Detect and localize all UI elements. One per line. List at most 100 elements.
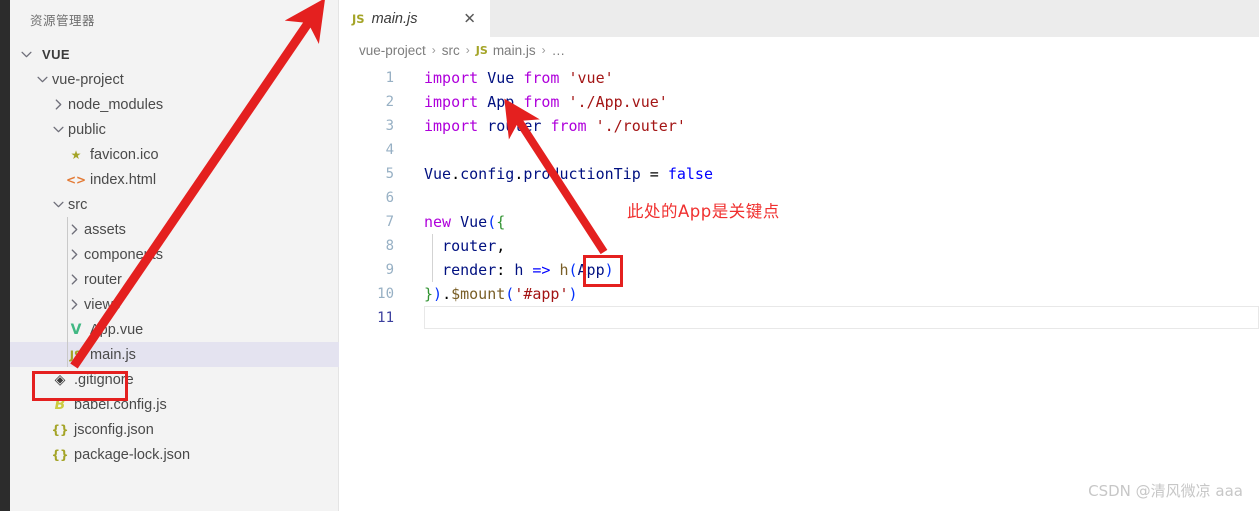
line-number: 6 (385, 190, 394, 206)
vscode-window: 资源管理器 VUE vue-project node_modulespublic ★ f… (0, 0, 1259, 511)
tree-row-label: babel.config.js (74, 396, 167, 413)
tree-row-main-js[interactable]: JS main.js (10, 342, 339, 367)
watermark: CSDN @清风微凉 aaa (1088, 482, 1243, 500)
js-icon: JS (352, 11, 365, 26)
tree-row-vue-project[interactable]: vue-project (10, 67, 339, 92)
code-line-10[interactable]: 10 }).$mount('#app') (340, 282, 1259, 306)
tree-indent-guide (67, 217, 68, 367)
tree-row-assets[interactable]: assets (10, 217, 339, 242)
tree-row-label: jsconfig.json (74, 421, 154, 438)
tree-row-src[interactable]: src (10, 192, 339, 217)
tree-row-label: node_modules (68, 96, 164, 113)
tree-row-jsconfig-json[interactable]: {} jsconfig.json (10, 417, 339, 442)
breadcrumb-item-1[interactable]: src (442, 43, 460, 58)
tree-row-package-lock-json[interactable]: {} package-lock.json (10, 442, 339, 467)
tree-row-label: public (68, 121, 106, 138)
editor-tab-bar: JS main.js ✕ (340, 0, 1259, 37)
line-number: 8 (385, 238, 394, 254)
chevron-down-icon[interactable] (18, 47, 34, 63)
tree-row-label: package-lock.json (74, 446, 191, 463)
html-icon: <> (65, 172, 87, 187)
code-line-text: import App from './App.vue' (424, 93, 668, 111)
line-number: 10 (377, 286, 394, 302)
chevron-right-icon[interactable] (66, 272, 82, 288)
code-line-9[interactable]: 9 render: h => h(App) (340, 258, 1259, 282)
tree-row-root[interactable]: VUE (10, 42, 339, 67)
tree-row-components[interactable]: components (10, 242, 339, 267)
code-line-2[interactable]: 2 import App from './App.vue' (340, 90, 1259, 114)
tree-row-label: index.html (90, 171, 157, 188)
chevron-down-icon[interactable] (34, 72, 50, 88)
tree-row-node-modules[interactable]: node_modules (10, 92, 339, 117)
tree-row-router[interactable]: router (10, 267, 339, 292)
breadcrumb-item-3[interactable]: … (552, 43, 566, 58)
line-number: 5 (385, 166, 394, 182)
file-tree[interactable]: VUE vue-project node_modulespublic ★ favicon… (10, 42, 339, 467)
chevron-down-icon[interactable] (50, 122, 66, 138)
code-line-text: Vue.config.productionTip = false (424, 165, 713, 183)
editor-area: JS main.js ✕ vue-project › src › JS main.js › …… (340, 0, 1259, 511)
activity-bar (0, 0, 10, 511)
json-icon: {} (51, 422, 69, 437)
line-number: 4 (385, 142, 394, 158)
code-line-text: render: h => h(App) (442, 261, 614, 279)
code-line-11[interactable]: 11 (340, 306, 1259, 330)
chevron-down-icon[interactable] (50, 197, 66, 213)
tab-main-js[interactable]: JS main.js ✕ (340, 0, 490, 37)
chevron-right-icon[interactable] (50, 97, 66, 113)
tree-row-label: assets (84, 221, 126, 238)
line-number: 1 (385, 70, 394, 86)
tree-row-label: VUE (42, 47, 70, 62)
chevron-right-icon: › (541, 43, 546, 57)
git-icon: ◈ (54, 371, 66, 388)
star-icon: ★ (70, 147, 82, 162)
tree-row-label: views (84, 296, 121, 313)
js-icon: JS (475, 43, 488, 57)
code-line-4[interactable]: 4 (340, 138, 1259, 162)
code-line-8[interactable]: 8 router, (340, 234, 1259, 258)
line-number: 3 (385, 118, 394, 134)
chevron-right-icon: › (431, 43, 436, 57)
chevron-right-icon[interactable] (66, 222, 82, 238)
line-number: 11 (377, 310, 394, 326)
tree-row-index-html[interactable]: <> index.html (10, 167, 339, 192)
code-line-1[interactable]: 1 import Vue from 'vue' (340, 66, 1259, 90)
line-number: 9 (385, 262, 394, 278)
code-line-text: router, (442, 237, 506, 255)
tab-label: main.js (371, 10, 418, 27)
chevron-right-icon[interactable] (66, 247, 82, 263)
code-line-5[interactable]: 5 Vue.config.productionTip = false (340, 162, 1259, 186)
chevron-right-icon[interactable] (66, 297, 82, 313)
json-icon: {} (51, 447, 69, 462)
code-line-6[interactable]: 6 (340, 186, 1259, 210)
tree-row-views[interactable]: views (10, 292, 339, 317)
breadcrumb-item-0[interactable]: vue-project (359, 43, 426, 58)
code-line-text: }).$mount('#app') (424, 285, 578, 303)
tree-row-label: components (84, 246, 163, 263)
vue-icon: V (70, 321, 82, 338)
js-icon: JS (69, 347, 83, 362)
tree-row-app-vue[interactable]: V App.vue (10, 317, 339, 342)
code-line-3[interactable]: 3 import router from './router' (340, 114, 1259, 138)
tree-row-favicon-ico[interactable]: ★ favicon.ico (10, 142, 339, 167)
tree-row-label: vue-project (52, 71, 124, 88)
tree-row-label: router (84, 271, 122, 288)
code-line-text: import Vue from 'vue' (424, 69, 614, 87)
tree-row-label: main.js (90, 346, 136, 363)
chevron-right-icon: › (465, 43, 470, 57)
close-icon[interactable]: ✕ (463, 11, 476, 26)
tree-row-public[interactable]: public (10, 117, 339, 142)
explorer-title: 资源管理器 (30, 13, 96, 28)
tree-row-label: App.vue (90, 321, 144, 338)
breadcrumb[interactable]: vue-project › src › JS main.js › … (340, 37, 1259, 63)
tree-row--gitignore[interactable]: ◈ .gitignore (10, 367, 339, 392)
code-editor[interactable]: 1 import Vue from 'vue' 2 import App from '… (340, 66, 1259, 511)
breadcrumb-item-2[interactable]: main.js (493, 43, 536, 58)
code-line-7[interactable]: 7 new Vue({ (340, 210, 1259, 234)
babel-icon: B (54, 396, 66, 413)
tree-row-babel-config-js[interactable]: Bbabel.config.js (10, 392, 339, 417)
tree-row-label: favicon.ico (90, 146, 159, 163)
